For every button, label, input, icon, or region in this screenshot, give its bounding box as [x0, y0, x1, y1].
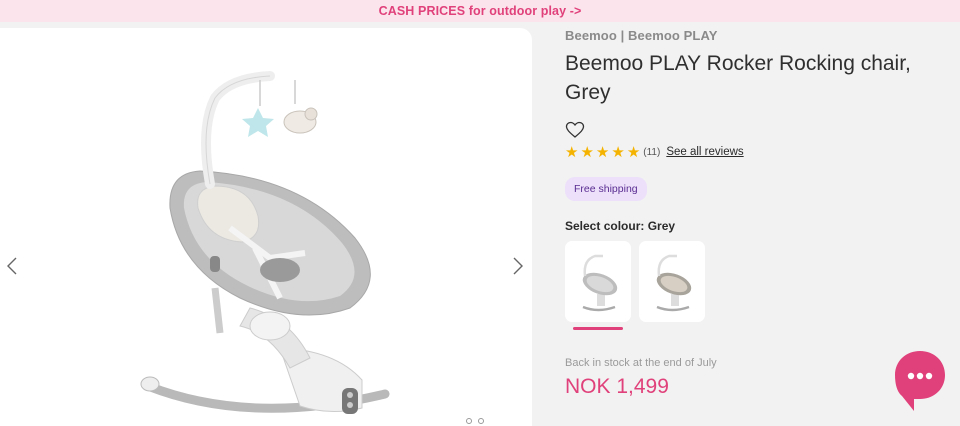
chat-button[interactable]	[894, 350, 946, 412]
colour-swatches	[565, 241, 945, 330]
chevron-left-icon	[7, 257, 17, 275]
product-gallery	[0, 28, 532, 426]
gallery-prev-button[interactable]	[2, 254, 22, 278]
rating-row: ★ ★ ★ ★ ★ (11) See all reviews	[565, 144, 945, 160]
gallery-dot[interactable]	[478, 418, 484, 424]
star-icon: ★	[580, 143, 594, 161]
gallery-dots	[466, 418, 484, 424]
star-icon: ★	[626, 143, 641, 161]
product-title: Beemoo PLAY Rocker Rocking chair, Grey	[565, 52, 911, 104]
product-info: Beemoo | Beemoo PLAY Beemoo PLAY Rocker …	[565, 28, 945, 330]
swatch-beige[interactable]	[639, 241, 705, 322]
star-icon: ★	[611, 143, 625, 161]
selected-indicator	[573, 327, 623, 330]
beige-chair-thumbnail	[656, 254, 692, 311]
swatch-grey[interactable]	[565, 241, 631, 330]
stock-status: Back in stock at the end of July	[565, 357, 717, 369]
free-shipping-badge: Free shipping	[565, 177, 647, 201]
brand-breadcrumb[interactable]: Beemoo | Beemoo PLAY	[565, 28, 945, 43]
star-icon: ★	[595, 143, 610, 161]
star-icon: ★	[565, 143, 579, 161]
grey-chair-thumbnail	[582, 254, 618, 311]
product-image[interactable]	[130, 58, 420, 426]
promo-link[interactable]: CASH PRICES for outdoor play ->	[379, 4, 582, 18]
promo-banner: CASH PRICES for outdoor play ->	[0, 0, 960, 22]
see-all-reviews-link[interactable]: See all reviews	[666, 146, 743, 158]
chevron-right-icon	[513, 257, 523, 275]
gallery-next-button[interactable]	[508, 254, 528, 278]
colour-label: Select colour: Grey	[565, 219, 676, 233]
heart-icon[interactable]	[565, 121, 585, 139]
price: NOK 1,499	[565, 375, 669, 398]
review-count: (11)	[643, 146, 661, 158]
star-rating: ★ ★ ★ ★ ★	[565, 145, 640, 160]
gallery-dot[interactable]	[466, 418, 472, 424]
